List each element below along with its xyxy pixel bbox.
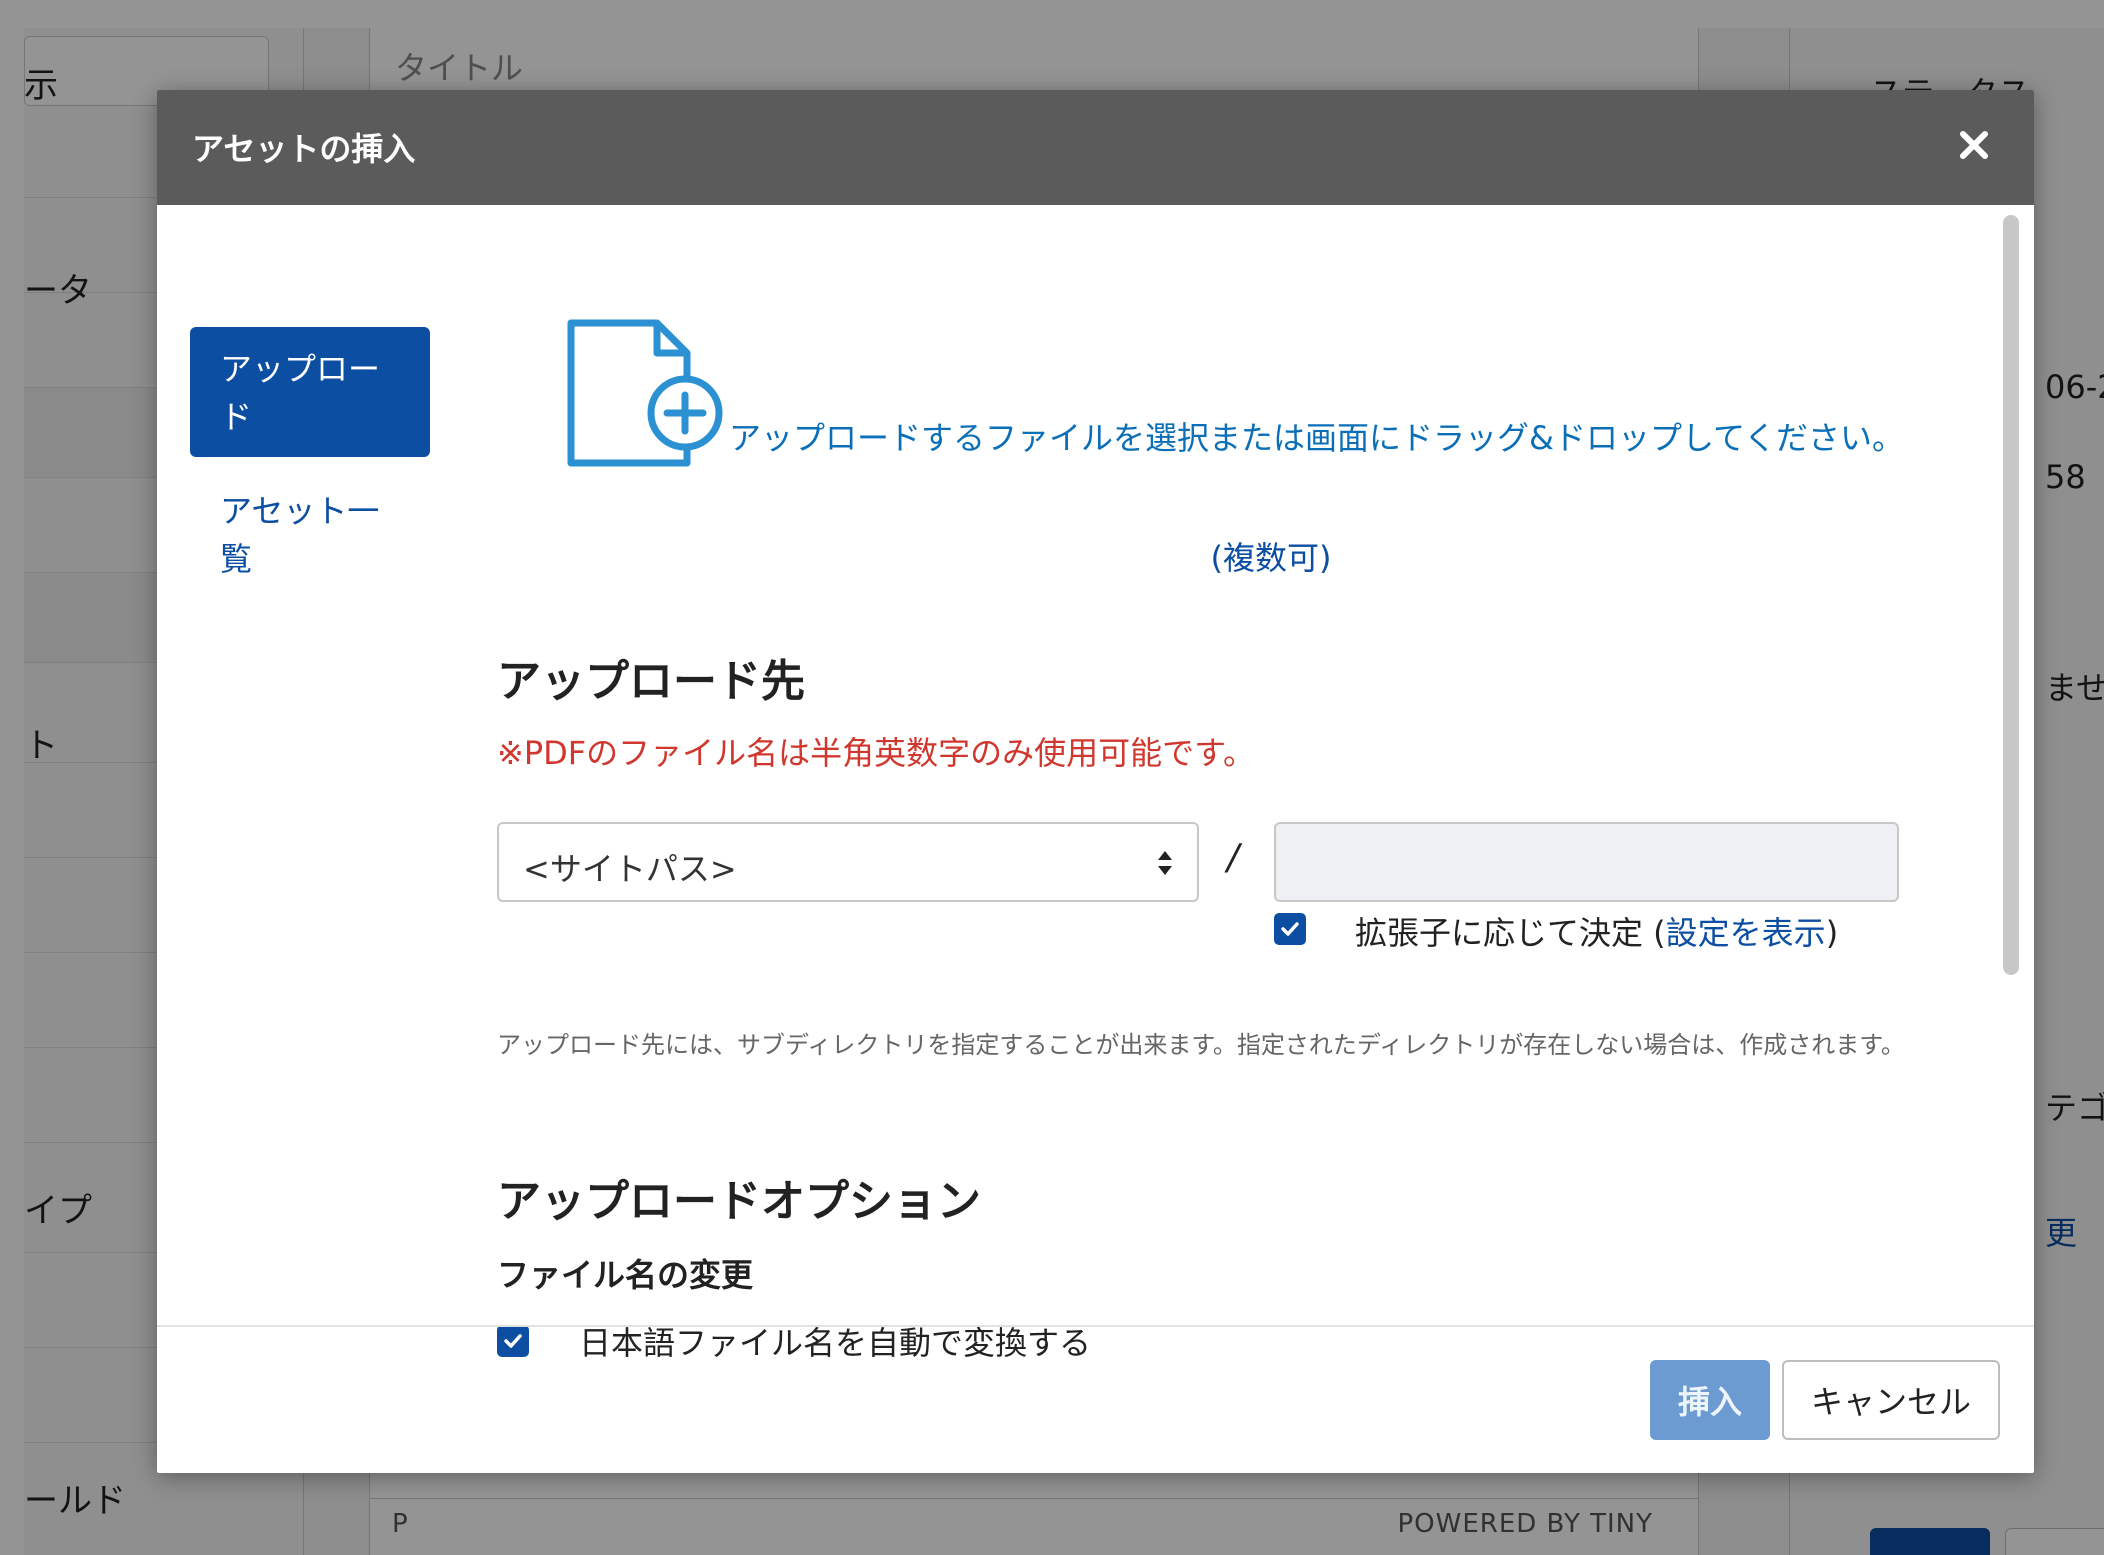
pdf-filename-warning: ※PDFのファイル名は半角英数字のみ使用可能です。 — [497, 734, 1255, 772]
nav-tab-asset-list[interactable]: アセット一覧 — [190, 469, 430, 601]
insert-button[interactable]: 挿入 — [1650, 1360, 1770, 1440]
file-drop-zone[interactable]: アップロードするファイルを選択または画面にドラッグ&ドロップしてください。 (複… — [497, 313, 2034, 577]
select-arrows-icon — [1158, 851, 1172, 875]
modal-footer: 挿入 キャンセル — [157, 1325, 2034, 1473]
close-icon — [1960, 131, 1988, 159]
destination-help-text: アップロード先には、サブディレクトリを指定することが出来ます。指定されたディレク… — [497, 1031, 1905, 1059]
upload-destination-heading: アップロード先 — [497, 656, 805, 707]
nav-tab-upload[interactable]: アップロード — [190, 327, 430, 457]
show-settings-link[interactable]: 設定を表示 — [1666, 914, 1826, 952]
checkmark-icon — [1281, 922, 1299, 936]
cancel-button[interactable]: キャンセル — [1782, 1360, 2000, 1440]
multiple-allowed-note: (複数可) — [1210, 539, 1332, 577]
modal-body: アップロード アセット一覧 アップロードするファイルを選択または画面にドラッグ&… — [157, 205, 2034, 1415]
modal-side-nav: アップロード アセット一覧 — [190, 327, 430, 601]
upload-content: アップロードするファイルを選択または画面にドラッグ&ドロップしてください。 (複… — [497, 205, 2034, 1415]
file-add-icon — [567, 319, 723, 467]
subdirectory-input[interactable] — [1274, 822, 1899, 902]
filename-change-heading: ファイル名の変更 — [497, 1256, 754, 1294]
extension-checkbox-label: 拡張子に応じて決定 (設定を表示) — [1355, 908, 1838, 954]
drop-zone-text: アップロードするファイルを選択または画面にドラッグ&ドロップしてください。 — [729, 419, 1905, 457]
extension-checkbox[interactable] — [1274, 913, 1306, 945]
modal-scrollbar[interactable] — [2000, 205, 2022, 1415]
modal-title: アセットの挿入 — [192, 130, 416, 168]
modal-header: アセットの挿入 — [157, 90, 2034, 205]
site-path-value: <サイトパス> — [523, 850, 737, 888]
scrollbar-thumb[interactable] — [2003, 215, 2019, 975]
upload-options-heading: アップロードオプション — [497, 1176, 981, 1227]
extension-label-text: 拡張子に応じて決定 ( — [1355, 914, 1666, 952]
path-separator: / — [1227, 837, 1240, 878]
close-button[interactable] — [1944, 115, 2004, 175]
insert-asset-modal: アセットの挿入 アップロード アセット一覧 アップロードするファイルを選択または… — [157, 90, 2034, 1473]
site-path-select[interactable]: <サイトパス> — [497, 822, 1199, 902]
extension-label-suffix: ) — [1825, 914, 1839, 952]
